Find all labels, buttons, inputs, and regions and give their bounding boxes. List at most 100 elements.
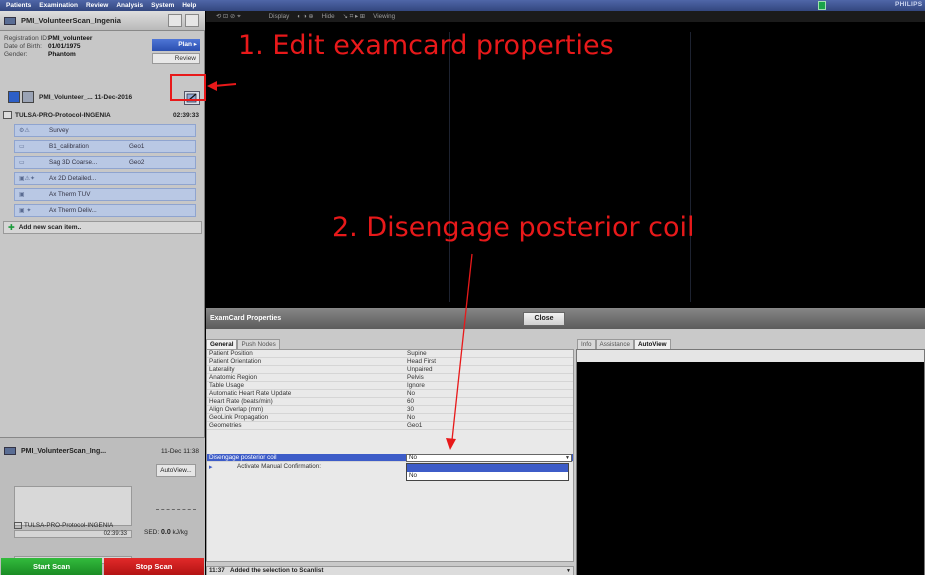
scan-item-icons: ⚙⚠ [19, 128, 30, 134]
list-view-icon[interactable] [22, 91, 34, 103]
status-message: Added the selection to Scanlist [230, 567, 324, 574]
scan-item-name: Survey [49, 127, 69, 134]
edit-icon [186, 93, 197, 103]
scan-item-geo: Geo2 [129, 159, 145, 166]
display-menu[interactable]: Display [269, 13, 290, 20]
patient-tab[interactable]: PMI_VolunteerScan_Ingenia [0, 11, 205, 31]
property-row[interactable]: Anatomic Region Pelvis [207, 374, 573, 382]
tab-autoview[interactable]: AutoView [633, 339, 671, 349]
scan-item-icons: ▣ ✦ [19, 208, 32, 214]
add-scan-label: Add new scan item.. [18, 224, 82, 231]
scan-item-name: Sag 3D Coarse... [49, 159, 98, 166]
protocol-row[interactable]: TULSA-PRO-Protocol-INGENIA 02:39:33 [3, 109, 203, 121]
queue-progress-bar: 02:39:33 [14, 530, 132, 538]
protocol-icon [14, 522, 22, 529]
examcard-view-icon[interactable] [8, 91, 20, 103]
dob-row: Date of Birth: 01/01/1975 [4, 43, 81, 50]
scan-item-name: Ax Therm TUV [49, 191, 91, 198]
properties-tabs: General Push Nodes [206, 339, 280, 349]
toolbar-icons[interactable]: ⟲ ⊡ ⊘ ⌖ [216, 13, 241, 21]
registration-id-row: Registration ID: PMI_volunteer [4, 35, 93, 42]
patient-icon [4, 447, 16, 455]
scan-item-name: Ax 2D Detailed... [49, 175, 97, 182]
tab-info[interactable]: Info [577, 339, 596, 349]
scan-item[interactable]: ▭ B1_calibration Geo1 [14, 140, 196, 153]
viewport-divider [449, 32, 450, 302]
property-row[interactable]: Patient Position Supine [207, 350, 573, 358]
tab-assistance[interactable]: Assistance [595, 339, 634, 349]
menu-review[interactable]: Review [86, 2, 108, 9]
chevron-down-icon: ▼ [565, 455, 570, 461]
property-row[interactable]: Heart Rate (beats/min) 60 [207, 398, 573, 406]
protocol-time: 02:39:33 [172, 111, 199, 119]
queue-protocol-name: TULSA-PRO-Protocol-INGENIA [24, 522, 114, 529]
queue-time: 11-Dec 11:38 [160, 447, 199, 455]
start-scan-button[interactable]: Start Scan [1, 558, 102, 575]
examcard-properties-dialog: ExamCard Properties Close General Push N… [206, 308, 925, 575]
viewing-menu[interactable]: Viewing [373, 13, 395, 20]
status-flag-icon [818, 1, 826, 10]
plan-button[interactable]: Plan ▸ [152, 39, 200, 51]
queue-protocol: TULSA-PRO-Protocol-INGENIA [14, 522, 113, 529]
scan-item-name: Ax Therm Deliv... [49, 207, 97, 214]
toolbar-tools-2[interactable]: ↘ ⌗ ▸ ⊞ [343, 13, 366, 21]
menu-patients[interactable]: Patients [6, 2, 31, 9]
gender-row: Gender: Phantom [4, 51, 76, 58]
chevron-down-icon[interactable]: ▼ [566, 567, 571, 575]
toolbar-tools[interactable]: ◐ ◑ ⊕ [297, 13, 313, 20]
stop-scan-button[interactable]: Stop Scan [104, 558, 204, 575]
property-row[interactable]: Table Usage Ignore [207, 382, 573, 390]
scan-item[interactable]: ▣ ✦ Ax Therm Deliv... [14, 204, 196, 217]
dropdown-option[interactable]: No [407, 472, 568, 480]
menu-system[interactable]: System [151, 2, 174, 9]
disengage-posterior-coil-row[interactable]: Disengage posterior coil No ▼ [207, 454, 573, 462]
scan-item[interactable]: ⚙⚠ Survey [14, 124, 196, 137]
left-panel: PMI_VolunteerScan_Ingenia Registration I… [0, 11, 205, 575]
property-row[interactable]: Laterality Unpaired [207, 366, 573, 374]
manual-confirmation-row[interactable]: ▸ Activate Manual Confirmation: [207, 463, 407, 472]
examcard-name[interactable]: PMI_Volunteer_... 11-Dec-2016 [39, 94, 132, 101]
scan-item-icons: ▣⚠✦ [19, 176, 36, 182]
brand-logo: PHILIPS [895, 1, 923, 8]
dropdown-option[interactable] [407, 464, 568, 472]
queue-title-row: PMI_VolunteerScan_Ing... 11-Dec 11:38 [4, 444, 201, 458]
menu-examination[interactable]: Examination [39, 2, 78, 9]
add-new-scan-item-button[interactable]: ✚ Add new scan item.. [3, 221, 202, 234]
edit-examcard-properties-button[interactable] [184, 91, 200, 105]
menu-analysis[interactable]: Analysis [116, 2, 143, 9]
expand-triangle-icon: ▸ [209, 464, 213, 471]
property-row[interactable]: Align Overlap (mm) 30 [207, 406, 573, 414]
status-bar: 11:37 Added the selection to Scanlist ▼ [206, 566, 574, 575]
info-tabs: Info Assistance AutoView [577, 339, 671, 349]
scan-item[interactable]: ▣⚠✦ Ax 2D Detailed... [14, 172, 196, 185]
property-row[interactable]: GeoLink Propagation No [207, 414, 573, 422]
dialog-header: ExamCard Properties Close [206, 309, 925, 329]
autoview-button[interactable]: AutoView... [156, 464, 196, 477]
hide-menu[interactable]: Hide [322, 13, 335, 20]
scan-item[interactable]: ▭ Sag 3D Coarse... Geo2 [14, 156, 196, 169]
close-button[interactable]: Close [523, 312, 565, 326]
property-row[interactable]: Geometries Geo1 [207, 422, 573, 430]
image-viewer[interactable] [206, 22, 925, 308]
scan-item[interactable]: ▣ Ax Therm TUV [14, 188, 196, 201]
property-row[interactable]: Automatic Heart Rate Update No [207, 390, 573, 398]
review-button[interactable]: Review [152, 53, 200, 64]
tab-general[interactable]: General [206, 339, 238, 349]
properties-table: Patient Position Supine Patient Orientati… [206, 349, 574, 562]
tab-push-nodes[interactable]: Push Nodes [237, 339, 280, 349]
protocol-icon [3, 111, 12, 119]
plus-icon: ✚ [8, 223, 15, 232]
pin-button[interactable] [185, 14, 199, 27]
minimize-button[interactable] [168, 14, 182, 27]
viewport-divider [690, 32, 691, 302]
disengage-coil-label: Disengage posterior coil [209, 454, 277, 461]
property-row[interactable]: Patient Orientation Head First [207, 358, 573, 366]
scan-item-icons: ▭ [19, 160, 25, 166]
menu-help[interactable]: Help [182, 2, 196, 9]
scan-item-icons: ▭ [19, 144, 25, 150]
sar-indicator [156, 506, 196, 510]
dropdown-options-list: No [406, 463, 569, 481]
scan-queue-panel: PMI_VolunteerScan_Ing... 11-Dec 11:38 Au… [0, 437, 205, 575]
disengage-coil-dropdown[interactable]: No ▼ [406, 454, 572, 462]
queue-patient-name: PMI_VolunteerScan_Ing... [21, 447, 107, 455]
